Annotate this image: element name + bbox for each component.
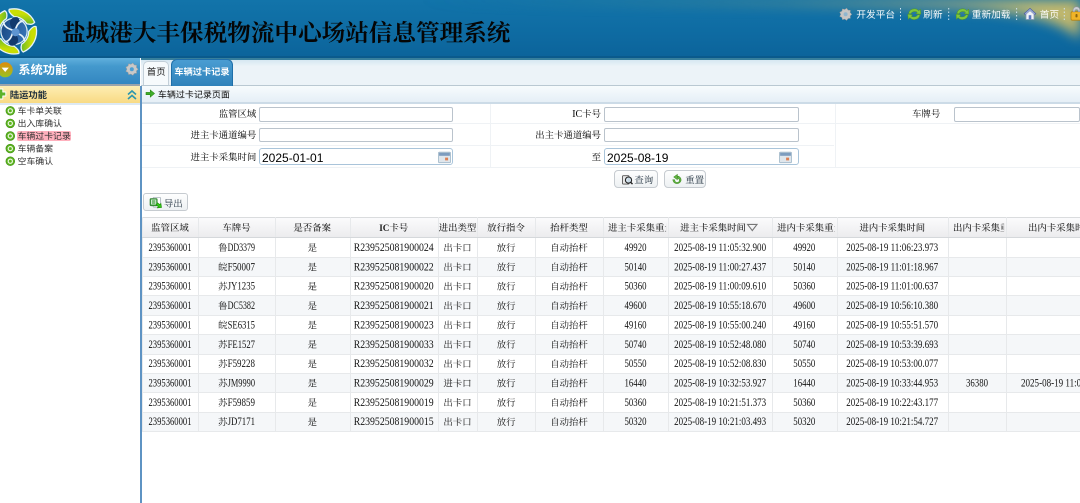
- svg-text:SE6315: SE6315: [228, 319, 256, 331]
- svg-text:R239525081900023: R239525081900023: [354, 319, 434, 331]
- svg-text:R239525081900015: R239525081900015: [354, 416, 434, 428]
- svg-text:2395360001: 2395360001: [149, 281, 192, 293]
- svg-text:R239525081900032: R239525081900032: [354, 358, 434, 370]
- svg-text:F59859: F59859: [228, 397, 256, 409]
- svg-text:IC: IC: [572, 109, 582, 120]
- svg-text:2025-08-19 10:32:53.927: 2025-08-19 10:32:53.927: [674, 378, 766, 390]
- svg-text:2395360001: 2395360001: [149, 416, 192, 428]
- svg-text:2025-08-19 11:00:27.437: 2025-08-19 11:00:27.437: [674, 261, 766, 273]
- svg-text:49160: 49160: [793, 319, 815, 331]
- svg-text:2395360001: 2395360001: [149, 242, 192, 254]
- svg-text:2025-08-19 11:05:32.900: 2025-08-19 11:05:32.900: [674, 242, 766, 254]
- svg-text:DD3379: DD3379: [228, 242, 256, 254]
- svg-text:R239525081900029: R239525081900029: [354, 378, 434, 390]
- svg-text:49920: 49920: [625, 242, 647, 254]
- svg-text:2025-08-19 10:52:08.830: 2025-08-19 10:52:08.830: [674, 358, 766, 370]
- svg-text:2025-08-19 11:06:23.973: 2025-08-19 11:06:23.973: [846, 242, 938, 254]
- svg-text:2395360001: 2395360001: [149, 339, 192, 351]
- svg-text:JD7171: JD7171: [228, 416, 256, 428]
- svg-text:IC: IC: [379, 223, 389, 233]
- svg-text:R239525081900020: R239525081900020: [354, 281, 434, 293]
- svg-text:2025-08-19 10:55:00.240: 2025-08-19 10:55:00.240: [674, 319, 766, 331]
- svg-text:2395360001: 2395360001: [149, 378, 192, 390]
- svg-text:2025-08-19 11:02:56.833: 2025-08-19 11:02:56.833: [1021, 378, 1080, 390]
- svg-text:2025-08-19 10:21:54.727: 2025-08-19 10:21:54.727: [846, 416, 938, 428]
- svg-text:2395360001: 2395360001: [149, 261, 192, 273]
- svg-text:50360: 50360: [625, 397, 647, 409]
- svg-text:2025-08-19 11:00:09.610: 2025-08-19 11:00:09.610: [674, 281, 766, 293]
- svg-text:F50007: F50007: [228, 261, 256, 273]
- svg-text:R239525081900019: R239525081900019: [354, 397, 434, 409]
- svg-text:16440: 16440: [625, 378, 647, 390]
- svg-text:50320: 50320: [793, 416, 815, 428]
- svg-text:50140: 50140: [625, 261, 647, 273]
- svg-text:49600: 49600: [625, 300, 647, 312]
- svg-text:36380: 36380: [966, 378, 988, 390]
- svg-text:2025-08-19: 2025-08-19: [607, 151, 669, 165]
- svg-text:2025-08-19 10:21:51.373: 2025-08-19 10:21:51.373: [674, 397, 766, 409]
- svg-text:R239525081900022: R239525081900022: [354, 261, 434, 273]
- svg-text:50140: 50140: [793, 261, 815, 273]
- svg-text:2395360001: 2395360001: [149, 319, 192, 331]
- svg-text:R239525081900021: R239525081900021: [354, 300, 434, 312]
- svg-text:50360: 50360: [793, 397, 815, 409]
- svg-text:2025-08-19 10:52:48.080: 2025-08-19 10:52:48.080: [674, 339, 766, 351]
- svg-text:2025-08-19 10:56:10.380: 2025-08-19 10:56:10.380: [846, 300, 938, 312]
- svg-text:2025-08-19 11:01:00.637: 2025-08-19 11:01:00.637: [846, 281, 938, 293]
- svg-text:49160: 49160: [625, 319, 647, 331]
- svg-text:2025-08-19 11:01:18.967: 2025-08-19 11:01:18.967: [846, 261, 938, 273]
- svg-text:50360: 50360: [793, 281, 815, 293]
- svg-text:50320: 50320: [625, 416, 647, 428]
- svg-text:2025-08-19 10:21:03.493: 2025-08-19 10:21:03.493: [674, 416, 766, 428]
- svg-text:2395360001: 2395360001: [149, 358, 192, 370]
- svg-text:FE1527: FE1527: [228, 339, 256, 351]
- svg-text:JY1235: JY1235: [228, 281, 256, 293]
- svg-text:2025-08-19 10:22:43.177: 2025-08-19 10:22:43.177: [846, 397, 938, 409]
- svg-text:50550: 50550: [793, 358, 815, 370]
- svg-text:50740: 50740: [793, 339, 815, 351]
- svg-text:F59228: F59228: [228, 358, 256, 370]
- svg-text:2025-08-19 10:33:44.953: 2025-08-19 10:33:44.953: [846, 378, 938, 390]
- svg-text:50360: 50360: [625, 281, 647, 293]
- svg-text:DC5382: DC5382: [228, 300, 256, 312]
- svg-text:2025-08-19 10:55:51.570: 2025-08-19 10:55:51.570: [846, 319, 938, 331]
- svg-text:49920: 49920: [793, 242, 815, 254]
- svg-text:2025-08-19 10:53:39.693: 2025-08-19 10:53:39.693: [846, 339, 938, 351]
- svg-text:50740: 50740: [625, 339, 647, 351]
- svg-text:50550: 50550: [625, 358, 647, 370]
- svg-text:16440: 16440: [793, 378, 815, 390]
- svg-text:R239525081900024: R239525081900024: [354, 242, 434, 254]
- svg-text:2395360001: 2395360001: [149, 300, 192, 312]
- svg-text:JM9990: JM9990: [228, 378, 256, 390]
- svg-text:2025-01-01: 2025-01-01: [262, 151, 324, 165]
- svg-text:2395360001: 2395360001: [149, 397, 192, 409]
- svg-text:49600: 49600: [793, 300, 815, 312]
- svg-text:2025-08-19 10:55:18.670: 2025-08-19 10:55:18.670: [674, 300, 766, 312]
- svg-text:2025-08-19 10:53:00.077: 2025-08-19 10:53:00.077: [846, 358, 938, 370]
- svg-text:R239525081900033: R239525081900033: [354, 339, 434, 351]
